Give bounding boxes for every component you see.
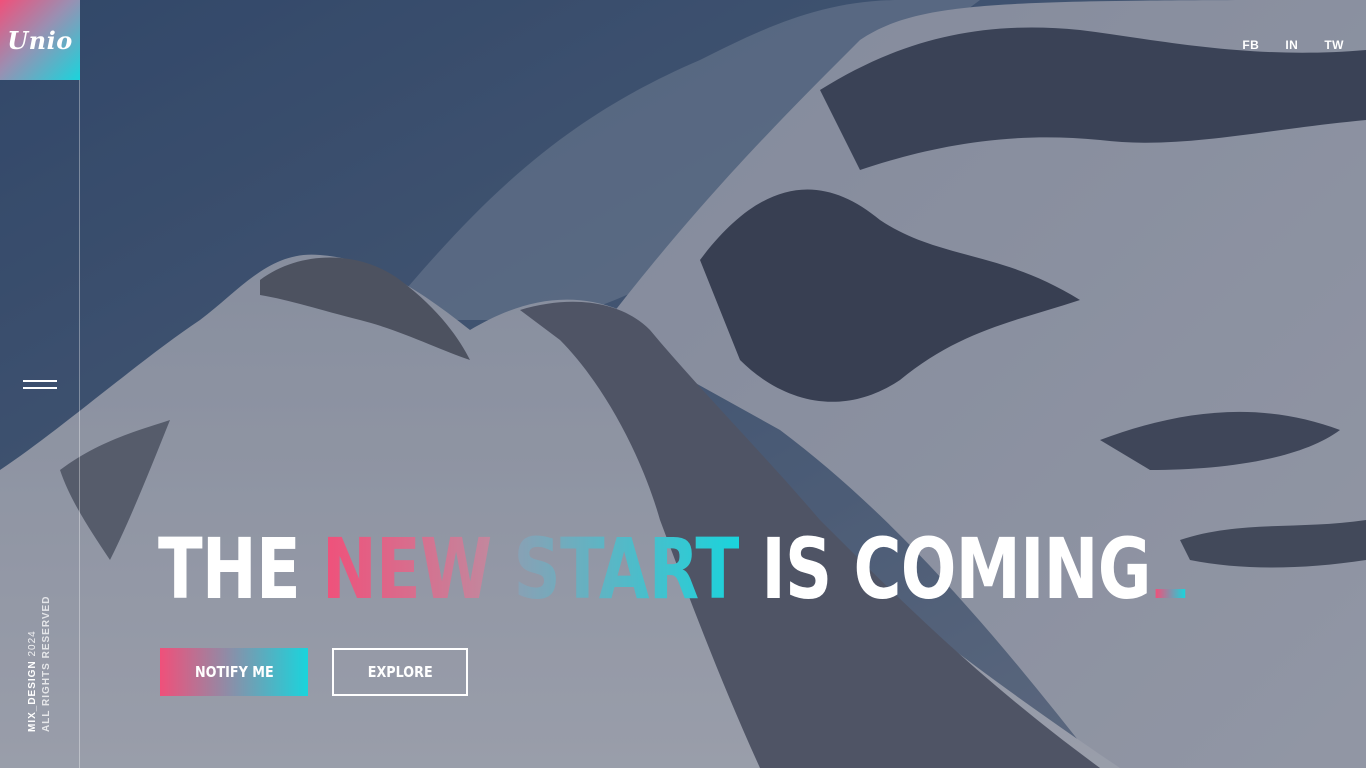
headline-word-new: NEW: [321, 520, 492, 618]
social-link-fb[interactable]: FB: [1242, 38, 1259, 52]
notify-me-button[interactable]: NOTIFY ME: [160, 648, 308, 696]
logo-text: Unio: [7, 25, 73, 55]
notify-me-label: NOTIFY ME: [194, 663, 274, 681]
headline-word-is: IS: [761, 520, 832, 618]
copyright-brand: MIX_DESIGN: [27, 660, 38, 732]
headline-word-start: START: [513, 520, 741, 618]
social-link-tw[interactable]: TW: [1324, 38, 1344, 52]
copyright-line-1: MIX_DESIGN 2024: [26, 596, 40, 732]
copyright-year: 2024: [27, 630, 38, 657]
headline-word-coming: COMING: [853, 520, 1151, 618]
menu-line-top: [23, 380, 57, 382]
social-link-in[interactable]: IN: [1285, 38, 1298, 52]
explore-label: EXPLORE: [367, 663, 433, 681]
menu-line-bottom: [23, 387, 57, 389]
headline-word-the: THE: [158, 520, 301, 618]
sidebar: Unio MIX_DESIGN 2024 ALL RIGHTS RESERVED: [0, 0, 80, 768]
explore-button[interactable]: EXPLORE: [332, 648, 468, 696]
typing-cursor: [1155, 589, 1186, 598]
copyright-rights: ALL RIGHTS RESERVED: [41, 595, 52, 732]
logo[interactable]: Unio: [0, 0, 80, 80]
copyright: MIX_DESIGN 2024 ALL RIGHTS RESERVED: [26, 596, 54, 732]
hamburger-menu-icon[interactable]: [23, 378, 57, 392]
hero-headline: THE NEW START IS COMING: [158, 520, 1186, 618]
social-links: FB IN TW: [1216, 38, 1344, 52]
